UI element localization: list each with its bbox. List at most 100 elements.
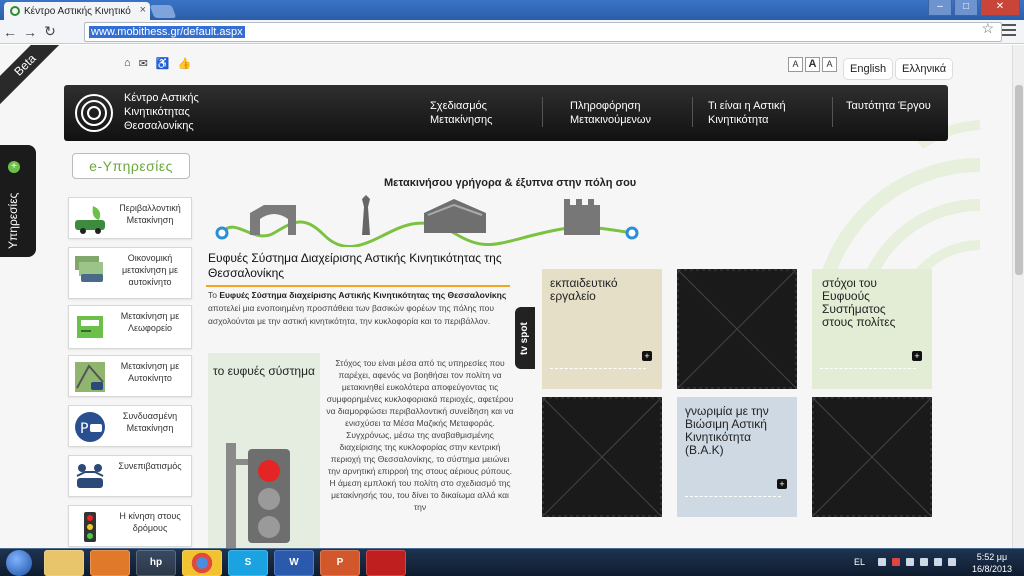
keyboard-language-indicator[interactable]: EL — [854, 557, 865, 567]
carpool-icon — [76, 464, 104, 488]
tv-spot-tab[interactable]: tv spot — [515, 307, 535, 369]
plus-icon[interactable]: + — [777, 479, 787, 489]
word-taskbar-icon[interactable]: W — [274, 550, 314, 576]
plus-icon[interactable]: + — [642, 351, 652, 361]
service-road-traffic[interactable]: Η κίνηση στους δρόμους — [68, 505, 192, 547]
placeholder-cross — [812, 397, 932, 517]
language-greek-button[interactable]: Ελληνικά — [896, 59, 953, 79]
explorer-taskbar-icon[interactable] — [44, 550, 84, 576]
page-scrollbar[interactable] — [1012, 45, 1024, 548]
start-button[interactable] — [6, 550, 32, 576]
windows-taskbar: hp S W P EL 5:52 μμ 16/8/2013 — [0, 548, 1024, 576]
clock-date: 16/8/2013 — [971, 564, 1012, 574]
close-window-button[interactable]: ✕ — [980, 0, 1020, 16]
signal-icon[interactable] — [934, 558, 942, 566]
scrollbar-thumb[interactable] — [1015, 85, 1023, 275]
nav-divider — [542, 97, 543, 127]
nav-divider — [832, 97, 833, 127]
text-size-small-button[interactable]: A — [788, 57, 803, 72]
city-route-illustration — [215, 195, 639, 247]
text-size-medium-button[interactable]: A — [805, 57, 820, 72]
service-carpooling[interactable]: Συνεπιβατισμός — [68, 455, 192, 497]
service-label: Περιβαλλοντική Μετακίνηση — [119, 203, 181, 225]
nav-traveller-information[interactable]: Πληροφόρηση Μετακινούμενων — [570, 99, 660, 127]
window-controls: – □ ✕ — [928, 0, 1020, 16]
browser-tab[interactable]: Κέντρο Αστικής Κινητικό × — [4, 2, 150, 20]
svg-text:P: P — [80, 421, 88, 437]
intro-prefix: Το — [208, 290, 217, 300]
nav-what-is-urban-mobility[interactable]: Τι είναι η Αστική Κινητικότητα — [708, 99, 808, 127]
forward-arrow-icon[interactable]: → — [20, 24, 40, 40]
site-logo[interactable] — [74, 93, 114, 133]
reload-icon[interactable]: ↻ — [40, 23, 60, 40]
map-car-icon — [75, 362, 105, 392]
services-side-tab[interactable]: + Υπηρεσίες — [0, 145, 36, 257]
service-label: Συνδυασμένη Μετακίνηση — [122, 411, 178, 433]
minimize-button[interactable]: – — [928, 0, 952, 16]
service-environmental-travel[interactable]: Περιβαλλοντική Μετακίνηση — [68, 197, 192, 239]
title-underline — [206, 285, 510, 287]
nav-travel-planning[interactable]: Σχεδιασμός Μετακίνησης — [430, 99, 510, 127]
acrobat-taskbar-icon[interactable] — [366, 550, 406, 576]
service-label: Μετακίνηση με Λεωφορείο — [120, 311, 180, 333]
plus-icon: + — [8, 161, 20, 173]
feature-body: Στόχος του είναι μέσα από τις υπηρεσίες … — [326, 358, 514, 512]
main-navigation: Κέντρο Αστικής Κινητικότητας Θεσσαλονίκη… — [64, 85, 948, 141]
tile-divider — [550, 368, 646, 369]
action-center-icon[interactable] — [892, 558, 900, 566]
park-and-ride-icon: P — [75, 412, 105, 442]
skype-taskbar-icon[interactable]: S — [228, 550, 268, 576]
tile-placeholder[interactable] — [677, 269, 797, 389]
language-english-button[interactable]: English — [844, 59, 893, 79]
tile-system-goals[interactable]: στόχοι του Ευφυούς Συστήματος στους πολί… — [812, 269, 932, 389]
like-icon[interactable]: 👍 — [178, 57, 192, 70]
accessibility-icon[interactable]: ♿ — [156, 57, 170, 70]
powerpoint-taskbar-icon[interactable]: P — [320, 550, 360, 576]
service-label: Η κίνηση στους δρόμους — [119, 511, 181, 533]
plus-icon[interactable]: + — [912, 351, 922, 361]
tile-placeholder[interactable] — [542, 397, 662, 517]
bookmark-star-icon[interactable]: ☆ — [981, 20, 994, 37]
tile-sustainable-mobility[interactable]: γνωριμία με την Βιώσιμη Αστική Κινητικότ… — [677, 397, 797, 517]
tile-educational-tool[interactable]: εκπαιδευτικό εργαλείο + — [542, 269, 662, 389]
service-label: Μετακίνηση με Αυτοκίνητο — [120, 361, 180, 383]
url-text: www.mobithess.gr/default.aspx — [89, 26, 245, 38]
tile-divider — [820, 368, 916, 369]
article-title: Ευφυές Σύστημα Διαχείρισης Αστικής Κινητ… — [208, 251, 502, 280]
nav-project-identity[interactable]: Ταυτότητα Έργου — [846, 99, 942, 113]
hp-taskbar-icon[interactable]: hp — [136, 550, 176, 576]
service-label: Οικονομική μετακίνηση με αυτοκίνητο — [121, 253, 179, 287]
text-size-large-button[interactable]: A — [822, 57, 837, 72]
show-hidden-icons-icon[interactable] — [878, 558, 886, 566]
intro-bold: Ευφυές Σύστημα διαχείρισης Αστικής Κινητ… — [219, 290, 507, 300]
tab-close-icon[interactable]: × — [140, 4, 146, 16]
chrome-taskbar-icon[interactable] — [182, 550, 222, 576]
new-tab-button[interactable] — [149, 5, 177, 18]
volume-icon[interactable] — [948, 558, 956, 566]
tile-title: γνωριμία με την Βιώσιμη Αστική Κινητικότ… — [685, 404, 769, 457]
browser-menu-icon[interactable] — [1002, 24, 1016, 39]
system-clock[interactable]: 5:52 μμ 16/8/2013 — [972, 551, 1012, 575]
address-bar[interactable]: www.mobithess.gr/default.aspx — [84, 22, 1002, 42]
beta-ribbon: Beta — [0, 45, 71, 111]
brand-name[interactable]: Κέντρο Αστικής Κινητικότητας Θεσσαλονίκη… — [124, 91, 244, 133]
services-side-tab-label: Υπηρεσίες — [6, 192, 20, 249]
maximize-button[interactable]: □ — [954, 0, 978, 16]
tile-title: εκπαιδευτικό εργαλείο — [550, 276, 618, 303]
browser-tab-strip: Κέντρο Αστικής Κινητικό × – □ ✕ — [0, 0, 1024, 20]
service-bus-travel[interactable]: Μετακίνηση με Λεωφορείο — [68, 305, 192, 349]
site-favicon-icon — [10, 6, 20, 16]
service-combined-travel[interactable]: P Συνδυασμένη Μετακίνηση — [68, 405, 192, 447]
intro-rest: αποτελεί μια ενοποιημένη προσπάθεια των … — [208, 303, 494, 326]
mail-icon[interactable]: ✉ — [139, 57, 148, 70]
battery-icon[interactable] — [920, 558, 928, 566]
feature-card: το ευφυές σύστημα — [208, 353, 320, 548]
network-icon[interactable] — [906, 558, 914, 566]
web-page: Beta ⌂ ✉ ♿ 👍 A A A English Ελληνικά Κέντ… — [0, 45, 1012, 548]
home-icon[interactable]: ⌂ — [124, 57, 131, 70]
back-arrow-icon[interactable]: ← — [0, 24, 20, 40]
tile-placeholder[interactable] — [812, 397, 932, 517]
service-car-travel[interactable]: Μετακίνηση με Αυτοκίνητο — [68, 355, 192, 397]
media-player-taskbar-icon[interactable] — [90, 550, 130, 576]
service-economic-car-travel[interactable]: Οικονομική μετακίνηση με αυτοκίνητο — [68, 247, 192, 299]
